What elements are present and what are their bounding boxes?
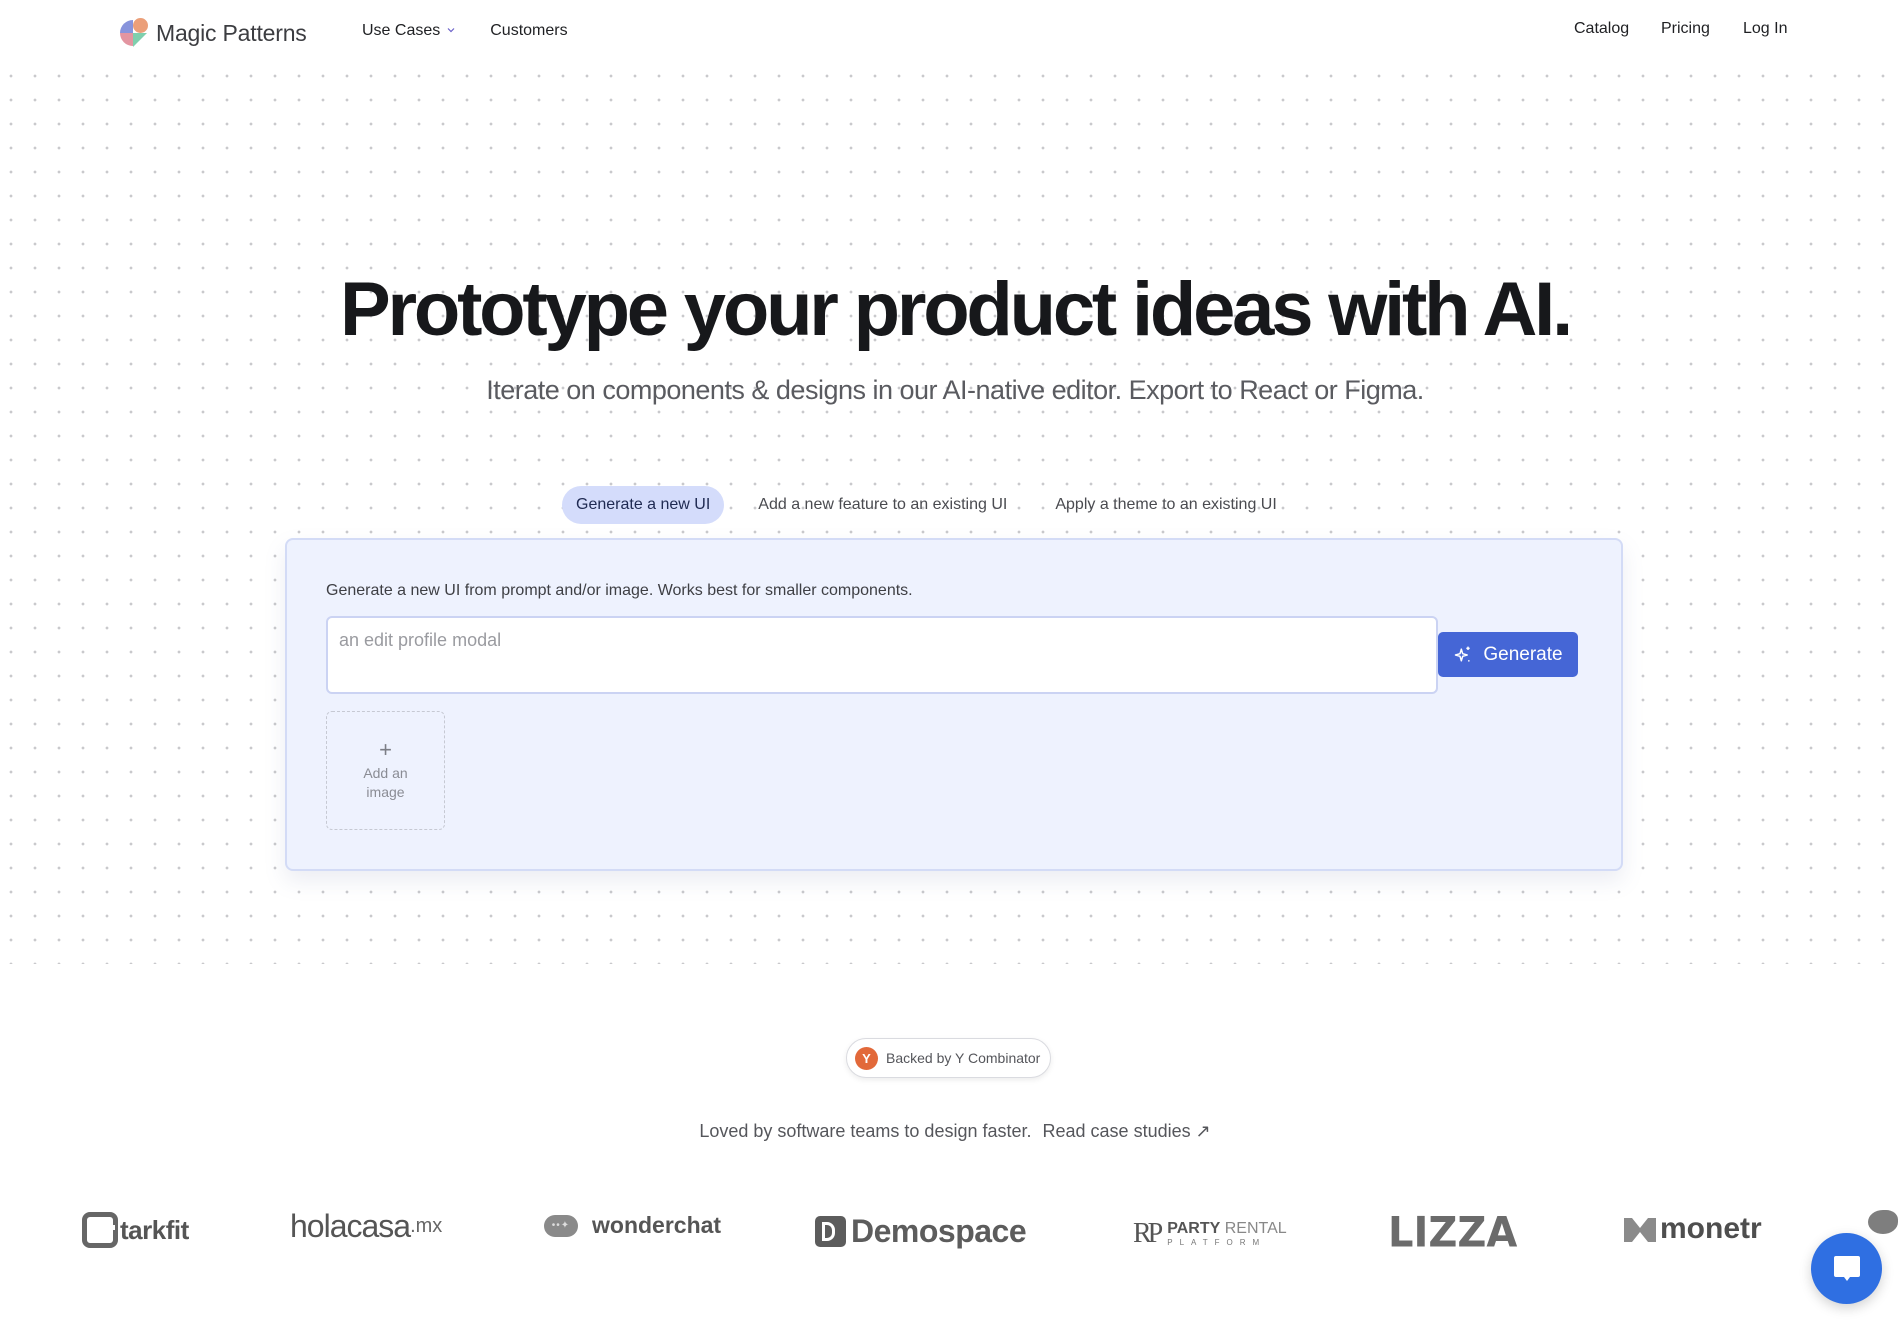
starkfit-wordmark: tarkfit: [120, 1214, 189, 1245]
plus-icon: +: [379, 736, 392, 762]
party-wordmark: PARTY: [1167, 1220, 1221, 1237]
chat-icon: [1833, 1255, 1860, 1281]
read-case-studies-link[interactable]: Read case studies ↗: [1043, 1121, 1211, 1141]
starkfit-logo: tarkfit: [82, 1212, 189, 1248]
hero-title: Prototype your product ideas with AI.: [339, 267, 1573, 352]
demospace-wordmark: Demospace: [851, 1213, 1027, 1249]
mode-tabs: Generate a new UI Add a new feature to a…: [562, 486, 1291, 524]
magic-patterns-logo-icon: [118, 18, 148, 48]
nav-use-cases-label: Use Cases: [362, 22, 441, 39]
generate-label: Generate: [1483, 643, 1563, 665]
wonderchat-wordmark: wonderchat: [592, 1212, 722, 1238]
starkfit-mark-icon: [82, 1212, 118, 1248]
monetr-mark-icon: [1624, 1218, 1656, 1242]
top-nav: Magic Patterns Use Cases Customers Catal…: [0, 0, 1900, 66]
nav-customers[interactable]: Customers: [490, 22, 567, 40]
brand-home-link[interactable]: Magic Patterns: [118, 18, 307, 48]
platform-wordmark: PLATFORM: [1167, 1238, 1267, 1247]
nav-catalog[interactable]: Catalog: [1574, 20, 1629, 38]
party-rental-platform-logo: RP PARTY RENTAL PLATFORM: [1133, 1218, 1287, 1250]
brand-name: Magic Patterns: [156, 19, 307, 46]
demospace-mark-icon: [815, 1216, 846, 1247]
tab-generate-new-ui[interactable]: Generate a new UI: [562, 486, 725, 524]
chat-bubble-icon: ••✦: [544, 1214, 578, 1237]
holacasa-logo: holacasa .mx: [290, 1208, 442, 1245]
hero-subtitle: Iterate on components & designs in our A…: [486, 375, 1424, 405]
support-chat-button[interactable]: [1811, 1233, 1882, 1304]
monetr-logo: monetr: [1624, 1212, 1762, 1246]
generate-button[interactable]: Generate: [1438, 632, 1578, 677]
party-rental-mark-icon: RP: [1133, 1218, 1163, 1249]
brain-logo: [1868, 1208, 1900, 1236]
yc-badge-label: Backed by Y Combinator: [886, 1050, 1041, 1066]
nav-use-cases[interactable]: Use Cases: [362, 22, 455, 40]
monetr-wordmark: monetr: [1660, 1212, 1762, 1245]
nav-pricing[interactable]: Pricing: [1661, 20, 1710, 38]
lizza-logo: LIZZA: [1388, 1208, 1518, 1258]
generator-card: Generate a new UI from prompt and/or ima…: [285, 538, 1623, 871]
add-image-label: Add an image: [363, 764, 408, 800]
wonderchat-logo: ••✦ wonderchat: [544, 1212, 721, 1239]
demospace-logo: Demospace: [815, 1213, 1027, 1250]
chevron-down-icon: [447, 26, 455, 34]
tab-apply-theme[interactable]: Apply a theme to an existing UI: [1041, 486, 1290, 524]
holacasa-suffix: .mx: [410, 1215, 443, 1237]
yc-badge[interactable]: Y Backed by Y Combinator: [846, 1038, 1052, 1078]
holacasa-wordmark: holacasa: [290, 1208, 411, 1244]
primary-nav: Use Cases Customers: [362, 22, 568, 40]
tab-add-feature[interactable]: Add a new feature to an existing UI: [744, 486, 1021, 524]
prompt-input[interactable]: [326, 616, 1438, 694]
rental-wordmark: RENTAL: [1224, 1220, 1287, 1237]
loved-by-text: Loved by software teams to design faster…: [699, 1121, 1032, 1141]
sparkles-icon: [1455, 646, 1471, 662]
generator-description: Generate a new UI from prompt and/or ima…: [326, 582, 913, 599]
y-combinator-logo-icon: Y: [855, 1046, 878, 1070]
brain-icon: [1868, 1210, 1898, 1234]
loved-by-line: Loved by software teams to design faster…: [0, 1121, 1900, 1142]
lizza-wordmark: LIZZA: [1388, 1208, 1518, 1258]
add-image-button[interactable]: + Add an image: [326, 711, 445, 830]
nav-log-in[interactable]: Log In: [1743, 20, 1787, 38]
